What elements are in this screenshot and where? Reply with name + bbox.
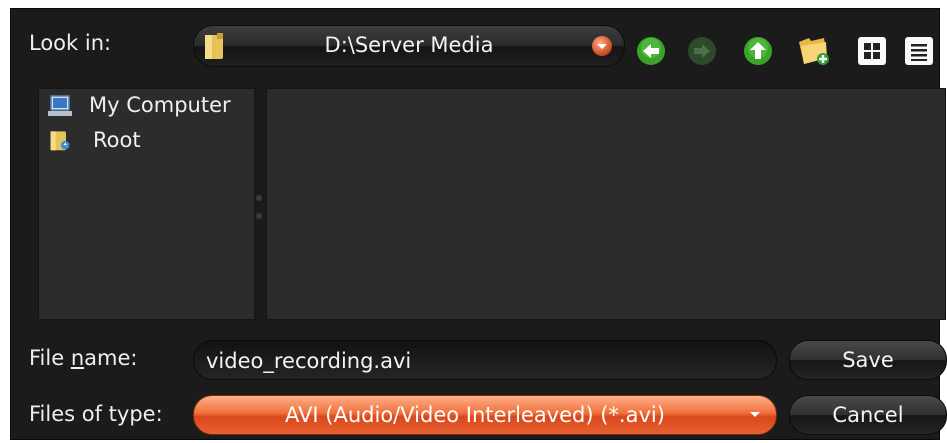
sidebar-item-label: My Computer <box>89 93 231 117</box>
cancel-button[interactable]: Cancel <box>789 395 947 435</box>
chevron-down-icon[interactable] <box>592 36 612 56</box>
save-button[interactable]: Save <box>789 340 947 380</box>
file-list[interactable] <box>266 88 946 320</box>
new-folder-icon[interactable] <box>796 34 830 66</box>
pane-splitter[interactable] <box>255 189 263 225</box>
folder-icon <box>50 131 70 151</box>
file-type-select[interactable]: AVI (Audio/Video Interleaved) (*.avi) <box>193 395 777 435</box>
sidebar-item-label: Root <box>93 128 141 152</box>
arrow-up-icon[interactable] <box>743 36 773 66</box>
file-dialog: Look in: D:\Server Media My Computer Roo… <box>10 8 947 440</box>
grid-icon[interactable] <box>857 36 887 66</box>
file-name-field[interactable] <box>193 340 777 380</box>
look-in-label: Look in: <box>29 31 112 55</box>
arrow-left-icon[interactable] <box>636 36 666 66</box>
file-type-label: Files of type: <box>29 402 163 426</box>
look-in-path: D:\Server Media <box>324 33 494 57</box>
file-type-value: AVI (Audio/Video Interleaved) (*.avi) <box>285 403 665 427</box>
detail-list-icon[interactable] <box>904 36 934 66</box>
computer-icon <box>48 95 72 116</box>
look-in-combo[interactable]: D:\Server Media <box>193 25 625 67</box>
file-name-label: File name: <box>29 346 138 370</box>
places-sidebar: My Computer Root <box>38 88 255 320</box>
file-name-input[interactable] <box>204 345 768 377</box>
chevron-down-icon[interactable] <box>750 412 760 417</box>
arrow-right-icon[interactable] <box>687 36 717 66</box>
